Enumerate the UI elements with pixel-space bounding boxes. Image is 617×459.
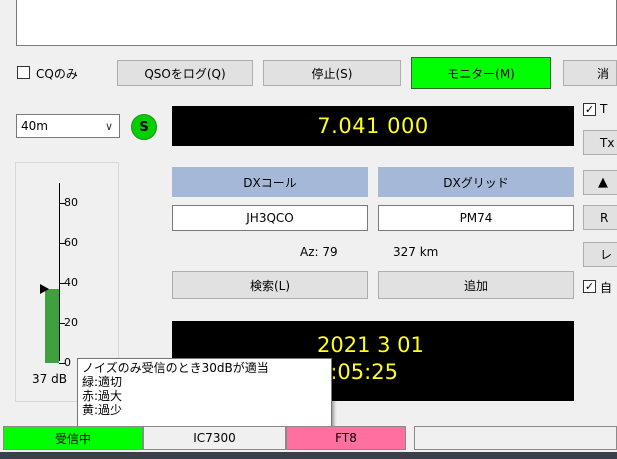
lookup-button[interactable]: 検索(L) [172,271,368,299]
cq-only-label: CQのみ [36,67,78,81]
dx-call-header: DXコール [172,167,368,197]
monitor-button[interactable]: モニター(M) [411,57,551,89]
tooltip-line-1: ノイズのみ受信のとき30dBが適当 [82,361,269,375]
meter-tick-label: 80 [64,196,78,209]
chevron-down-icon: ∨ [104,120,113,133]
triangle-up-icon: ▲ [598,175,608,190]
meter-readout: 37 dB [32,372,67,386]
cq-only-checkbox[interactable] [17,66,30,79]
taskbar-strip [0,452,617,459]
mode-status: FT8 [286,426,406,450]
meter-tooltip: ノイズのみ受信のとき30dBが適当 緑:適切 赤:過大 黄:過少 [77,358,332,430]
up-arrow-button[interactable]: ▲ [583,170,617,195]
receiving-status: 受信中 [3,426,143,450]
meter-level-bar [45,289,59,363]
tx-even-checkbox[interactable]: ✓ [583,103,596,116]
meter-tick-label: 60 [64,236,78,249]
frequency-display: 7.041 000 [172,106,574,146]
tooltip-line-3: 赤:過大 [82,389,123,403]
dx-grid-field[interactable]: PM74 [378,205,574,231]
meter-tick-label: 40 [64,276,78,289]
rig-status: IC7300 [143,426,286,450]
rx-button[interactable]: R [583,205,617,230]
distance-label: 327 km [393,245,439,259]
tooltip-line-2: 緑:適切 [82,375,123,389]
extra-status [414,426,617,450]
dx-call-field[interactable]: JH3QCO [172,205,368,231]
meter-tick-label: 0 [64,356,71,369]
erase-button[interactable]: 消 [563,60,617,86]
status-indicator: S [131,114,157,140]
meter-scale-line [59,183,60,361]
band-select[interactable]: 40m ∨ [16,114,120,138]
meter-pointer-icon [40,284,49,294]
stop-button[interactable]: 停止(S) [263,60,401,86]
log-qso-button[interactable]: QSOをログ(Q) [117,60,253,86]
auto-seq-label: 自 [600,281,613,295]
add-button[interactable]: 追加 [378,271,574,299]
tx-button[interactable]: Tx [583,130,617,155]
decode-text-area[interactable] [16,0,617,46]
meter-tick-label: 20 [64,316,78,329]
band-value: 40m [21,119,48,133]
tx-even-label: T [600,102,608,116]
auto-seq-checkbox[interactable]: ✓ [583,280,596,293]
tooltip-line-4: 黄:過少 [82,403,123,417]
dx-grid-header: DXグリッド [378,167,574,197]
clock-date: 2021 3 01 [317,333,424,357]
azimuth-label: Az: 79 [300,245,338,259]
level-button[interactable]: レ [583,242,617,267]
